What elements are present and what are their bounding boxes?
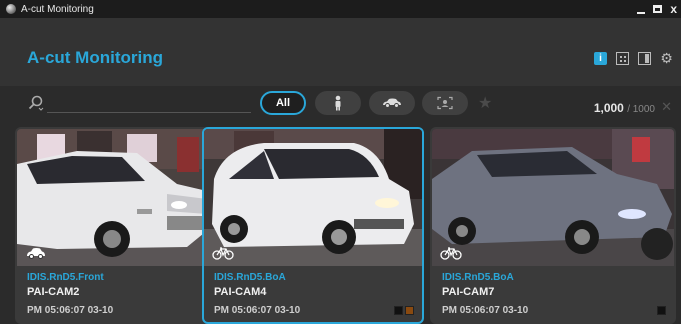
color-swatch	[405, 306, 414, 315]
window-titlebar: A-cut Monitoring x	[0, 0, 681, 18]
bicycle-icon	[212, 247, 234, 260]
minimize-button[interactable]	[637, 12, 646, 14]
event-card-list: IDIS.RnD5.Front PAI-CAM2 PM 05:06:07 03-…	[0, 124, 681, 324]
card-camera-name: PAI-CAM4	[214, 286, 267, 298]
card-camera-name: PAI-CAM2	[27, 286, 80, 298]
clear-icon[interactable]: ✕	[661, 99, 672, 115]
card-timestamp: PM 05:06:07 03-10	[442, 305, 529, 316]
info-icon[interactable]: i	[594, 52, 607, 65]
person-icon	[335, 95, 341, 111]
car-icon	[27, 248, 45, 259]
page-title: A-cut Monitoring	[27, 48, 163, 67]
filter-face-button[interactable]	[422, 91, 468, 115]
color-swatch	[657, 306, 666, 315]
result-count-total: / 1000	[627, 104, 655, 115]
app-icon	[6, 4, 16, 14]
card-timestamp: PM 05:06:07 03-10	[27, 305, 114, 316]
bicycle-icon	[440, 247, 462, 260]
search-input[interactable]	[47, 93, 251, 113]
window-controls: x	[637, 0, 677, 18]
event-card-selected[interactable]: IDIS.RnD5.BoA PAI-CAM4 PM 05:06:07 03-10	[202, 127, 424, 324]
filter-all-button[interactable]: All	[260, 91, 306, 115]
card-timestamp: PM 05:06:07 03-10	[214, 305, 301, 316]
event-card[interactable]: IDIS.RnD5.BoA PAI-CAM7 PM 05:06:07 03-10	[430, 127, 676, 324]
color-swatch	[394, 306, 403, 315]
window-title: A-cut Monitoring	[21, 3, 94, 15]
card-site-name: IDIS.RnD5.Front	[27, 272, 104, 283]
filter-toolbar: All ★ 1,000 / 1000 ✕	[0, 86, 681, 124]
vehicle-icon	[383, 98, 401, 108]
color-swatches	[394, 306, 414, 315]
filter-person-button[interactable]	[315, 91, 361, 115]
card-site-name: IDIS.RnD5.BoA	[214, 272, 286, 283]
filter-vehicle-button[interactable]	[369, 91, 415, 115]
card-camera-name: PAI-CAM7	[442, 286, 495, 298]
maximize-button[interactable]	[653, 5, 663, 13]
search-icon[interactable]	[27, 94, 45, 112]
gear-icon[interactable]: ⚙	[660, 51, 673, 65]
result-count: 1,000 / 1000	[594, 101, 655, 115]
event-snapshot-image	[204, 129, 422, 266]
event-snapshot-image	[432, 129, 674, 266]
close-button[interactable]: x	[670, 0, 677, 18]
panel-icon[interactable]	[638, 52, 651, 65]
grid-icon[interactable]	[616, 52, 629, 65]
color-swatches	[657, 306, 666, 315]
favorite-star-icon[interactable]: ★	[478, 93, 492, 113]
result-count-value: 1,000	[593, 101, 624, 115]
card-site-name: IDIS.RnD5.BoA	[442, 272, 514, 283]
header-icons: i ⚙	[594, 51, 673, 65]
app-header: A-cut Monitoring i ⚙	[0, 18, 681, 86]
face-icon	[437, 96, 453, 110]
